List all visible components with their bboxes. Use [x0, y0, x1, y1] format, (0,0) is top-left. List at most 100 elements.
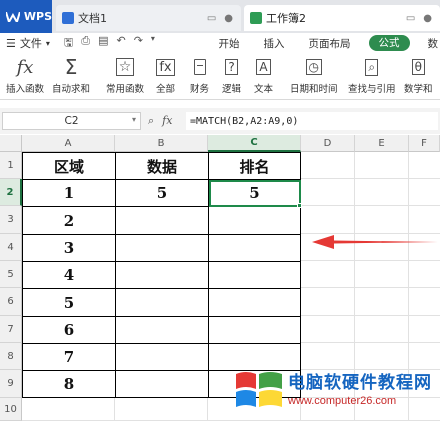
row-header-6[interactable]: 6 [0, 288, 22, 316]
fill-handle[interactable] [297, 203, 302, 208]
question-book-icon: ? [225, 55, 238, 79]
cell-c8[interactable] [209, 344, 301, 371]
logical-button[interactable]: ? 逻辑 [222, 55, 241, 95]
header-cell-region[interactable]: 区域 [23, 153, 116, 180]
redo-icon[interactable]: ↷ [134, 34, 143, 53]
tab-data[interactable]: 数 [416, 36, 440, 51]
gridline [301, 342, 440, 343]
date-time-button[interactable]: ◷ 日期和时间 [290, 55, 338, 95]
cell-a5[interactable]: 4 [23, 262, 116, 289]
text-button[interactable]: A 文本 [254, 55, 273, 95]
close-icon[interactable]: ● [224, 13, 233, 24]
row-header-5[interactable]: 5 [0, 261, 22, 288]
monitor-icon[interactable]: ▭ [406, 13, 415, 24]
windows-logo-icon [234, 368, 284, 412]
cell-a7[interactable]: 6 [23, 317, 116, 344]
cell-b4[interactable] [116, 235, 209, 262]
all-functions-button[interactable]: fx 全部 [156, 55, 175, 95]
tab-page-layout[interactable]: 页面布局 [297, 36, 363, 51]
cell-c2-selected[interactable]: 5 [209, 180, 301, 207]
chevron-down-icon[interactable]: ▾ [151, 34, 155, 53]
cell-c7[interactable] [209, 317, 301, 344]
cell-a3[interactable]: 2 [23, 207, 116, 235]
cell-c4[interactable] [209, 235, 301, 262]
row-header-2[interactable]: 2 [0, 179, 22, 206]
chevron-down-icon[interactable]: ▾ [132, 115, 136, 124]
cell-a8[interactable]: 7 [23, 344, 116, 371]
column-header-a[interactable]: A [22, 135, 115, 152]
select-all-corner[interactable] [0, 135, 22, 152]
lookup-reference-button[interactable]: ⌕ 查找与引用 [348, 55, 396, 95]
fx-icon: fx [16, 56, 34, 78]
zoom-search-icon[interactable]: ⌕ [148, 114, 154, 128]
cell-b7[interactable] [116, 317, 209, 344]
file-menu-label: 文件 [19, 37, 42, 50]
math-button[interactable]: θ 数学和 [404, 55, 433, 95]
column-header-b[interactable]: B [115, 135, 208, 152]
cell-b8[interactable] [116, 344, 209, 371]
tab-start[interactable]: 开始 [207, 36, 252, 51]
tab-formulas[interactable]: 公式 [368, 35, 410, 51]
cell-b3[interactable] [116, 207, 209, 235]
cell-a9[interactable]: 8 [23, 371, 116, 398]
cell-c6[interactable] [209, 289, 301, 317]
wps-tab-label: WPS [23, 10, 52, 23]
common-functions-button[interactable]: ☆ 常用函数 [106, 55, 144, 95]
cell-a4[interactable]: 3 [23, 235, 116, 262]
tab-document-actions: ▭ ● [207, 13, 233, 24]
cell-b2[interactable]: 5 [116, 180, 209, 207]
row-header-10[interactable]: 10 [0, 398, 22, 421]
financial-label: 财务 [190, 84, 210, 95]
tab-insert[interactable]: 插入 [252, 36, 297, 51]
financial-button[interactable]: 财务 [190, 55, 209, 95]
undo-icon[interactable]: ↶ [116, 34, 125, 53]
print-icon[interactable]: ⎙ [81, 34, 90, 53]
print-preview-icon[interactable]: ▤ [98, 34, 108, 53]
cell-c3[interactable] [209, 207, 301, 235]
watermark-text: 电脑软硬件教程网 www.computer26.com [288, 368, 432, 407]
gridline [301, 287, 440, 288]
tab-bar: WPS 文档1 ▭ ● 工作簿2 ▭ ● [0, 0, 440, 33]
insert-function-button[interactable]: fx 插入函数 [6, 55, 44, 96]
search-book-icon: ⌕ [365, 55, 379, 79]
row-header-3[interactable]: 3 [0, 206, 22, 234]
header-cell-data[interactable]: 数据 [116, 153, 209, 180]
cell-a6[interactable]: 5 [23, 289, 116, 317]
lookup-reference-label: 查找与引用 [348, 84, 396, 95]
tab-document[interactable]: 文档1 ▭ ● [56, 5, 241, 31]
column-header-f[interactable]: F [409, 135, 440, 152]
tab-workbook[interactable]: 工作簿2 ▭ ● [244, 5, 440, 31]
row-header-4[interactable]: 4 [0, 234, 22, 261]
tab-document-label: 文档1 [78, 12, 107, 25]
quick-access-toolbar: 🖫 ⎙ ▤ ↶ ↷ ▾ [64, 34, 155, 53]
fx-icon[interactable]: fx [162, 114, 172, 128]
save-icon[interactable]: 🖫 [64, 34, 73, 53]
header-cell-rank[interactable]: 排名 [209, 153, 301, 180]
name-box-value: C2 [64, 115, 79, 127]
column-header-e[interactable]: E [355, 135, 409, 152]
monitor-icon[interactable]: ▭ [207, 13, 216, 24]
name-box[interactable]: C2 ▾ [2, 112, 141, 130]
row-header-1[interactable]: 1 [0, 152, 22, 179]
file-menu[interactable]: ☰ 文件 ▾ [6, 35, 50, 51]
column-header-d[interactable]: D [301, 135, 355, 152]
cell-b6[interactable] [116, 289, 209, 317]
clock-book-icon: ◷ [305, 55, 322, 79]
wps-home-tab[interactable]: WPS [0, 0, 52, 33]
cell-a2[interactable]: 1 [23, 180, 116, 207]
row-header-9[interactable]: 9 [0, 370, 22, 398]
math-book-icon: θ [411, 55, 425, 79]
autosum-button[interactable]: Σ 自动求和 [52, 55, 90, 95]
chevron-down-icon: ▾ [45, 38, 50, 48]
star-fx-icon: ☆ [115, 55, 135, 79]
cell-c5[interactable] [209, 262, 301, 289]
watermark-title: 电脑软硬件教程网 [288, 373, 432, 393]
formula-input[interactable]: =MATCH(B2,A2:A9,0) [186, 112, 438, 130]
close-icon[interactable]: ● [423, 13, 432, 24]
cell-b9[interactable] [116, 371, 209, 398]
column-header-c[interactable]: C [208, 135, 301, 152]
row-header-8[interactable]: 8 [0, 343, 22, 370]
cell-b5[interactable] [116, 262, 209, 289]
watermark-url: www.computer26.com [288, 395, 397, 407]
row-header-7[interactable]: 7 [0, 316, 22, 343]
